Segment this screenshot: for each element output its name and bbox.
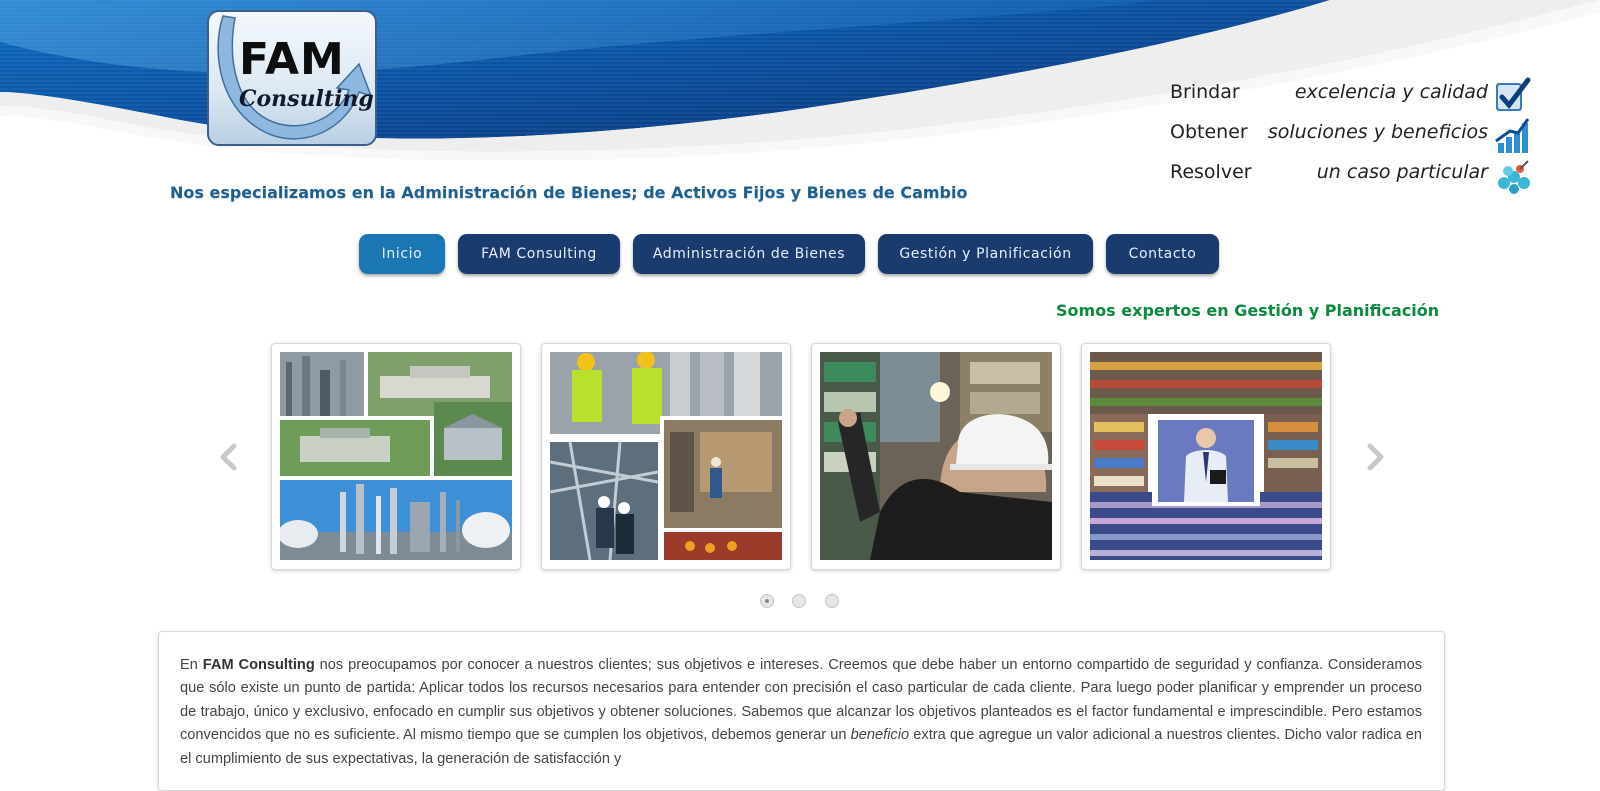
tagline-phrase: soluciones y beneficios [1267, 121, 1488, 143]
tagline-verb: Brindar [1170, 81, 1240, 103]
carousel-dot-1[interactable] [760, 594, 774, 608]
tagline-phrase: un caso particular [1316, 161, 1488, 183]
nav-fam-consulting[interactable]: FAM Consulting [458, 234, 620, 274]
warehouse-inspector-image [820, 352, 1052, 560]
tagline-row-brindar: Brindar excelencia y calidad [1170, 77, 1538, 111]
tagline-row-resolver: Resolver un caso particular [1170, 157, 1538, 194]
chevron-left-icon[interactable] [217, 442, 241, 472]
checkmark-icon [1496, 77, 1531, 111]
carousel-slide-retail-inventory[interactable] [1081, 343, 1331, 570]
intro-emphasis-beneficio: beneficio [850, 727, 910, 744]
carousel-slide-industrial-plants[interactable] [271, 343, 521, 570]
carousel-pagination [760, 594, 860, 614]
chevron-right-icon[interactable] [1363, 442, 1387, 472]
growth-chart-icon [1495, 118, 1530, 153]
nav-gestion-y-planificacion[interactable]: Gestión y Planificación [878, 234, 1093, 274]
carousel-dot-3[interactable] [825, 594, 839, 608]
carousel-slide-warehouse-inspector[interactable] [811, 343, 1061, 570]
intro-text-panel: En FAM Consulting nos preocupamos por co… [158, 631, 1445, 791]
main-navigation: Inicio FAM Consulting Administración de … [0, 234, 1600, 276]
logo-consulting-text: Consulting [239, 86, 374, 112]
fam-consulting-logo[interactable]: FAM Consulting [207, 10, 377, 146]
experts-heading: Somos expertos en Gestión y Planificació… [1056, 301, 1440, 320]
molecule-icon [1498, 160, 1530, 194]
tagline-row-obtener: Obtener soluciones y beneficios [1170, 117, 1538, 153]
tagline-phrase: excelencia y calidad [1294, 81, 1488, 103]
industrial-plants-collage-image [280, 352, 512, 560]
nav-administracion-de-bienes[interactable]: Administración de Bienes [633, 234, 865, 274]
logo-fam-text: FAM [239, 34, 345, 85]
carousel-slide-industrial-workers[interactable] [541, 343, 791, 570]
specialization-banner-text: Nos especializamos en la Administración … [170, 183, 968, 202]
intro-brand-name: FAM Consulting [202, 657, 315, 673]
industrial-workers-collage-image [550, 352, 782, 560]
nav-inicio[interactable]: Inicio [359, 234, 445, 274]
tagline-verb: Resolver [1170, 161, 1252, 183]
carousel-dot-2[interactable] [792, 594, 806, 608]
retail-inventory-collage-image [1090, 352, 1322, 560]
intro-text-start: En [180, 657, 203, 673]
tagline-verb: Obtener [1170, 121, 1248, 143]
nav-contacto[interactable]: Contacto [1106, 234, 1219, 274]
